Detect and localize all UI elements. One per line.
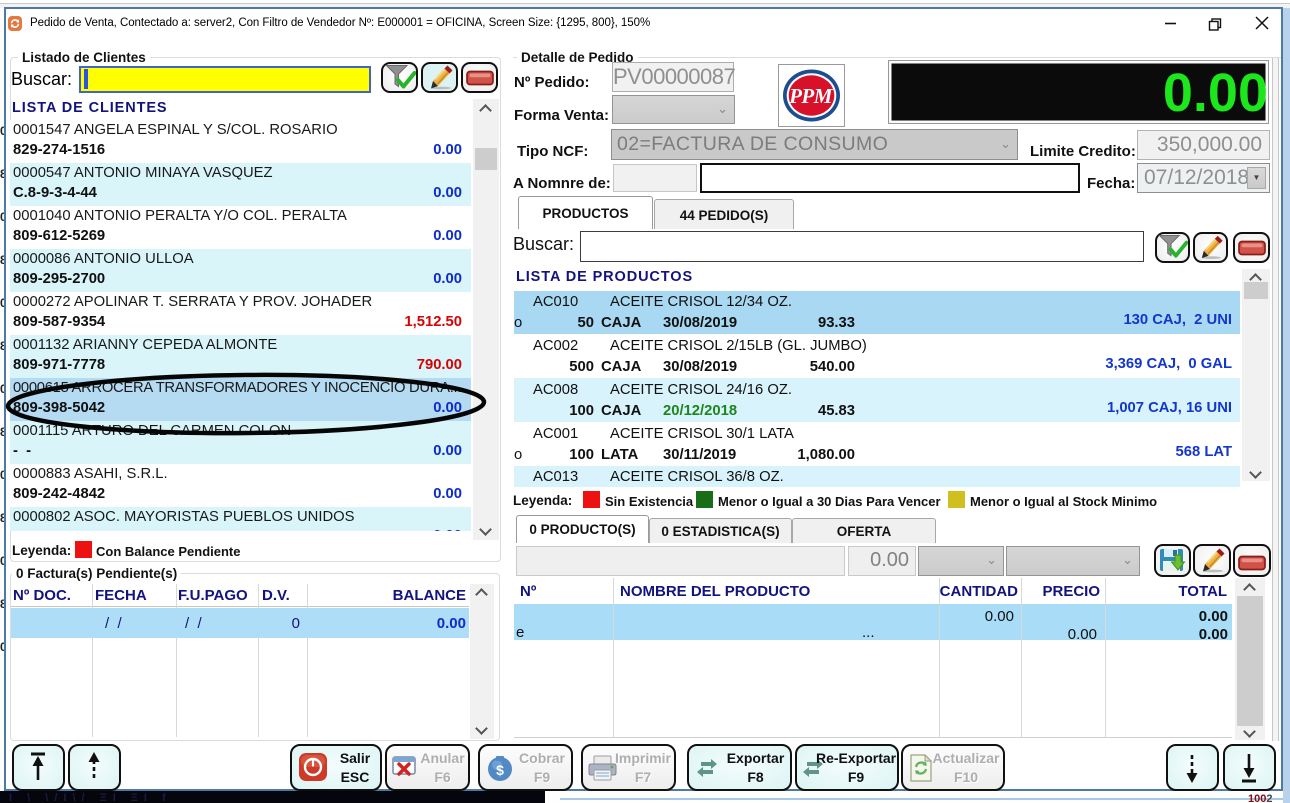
svg-text:PPM: PPM bbox=[788, 84, 834, 108]
svg-text:$: $ bbox=[496, 762, 504, 778]
